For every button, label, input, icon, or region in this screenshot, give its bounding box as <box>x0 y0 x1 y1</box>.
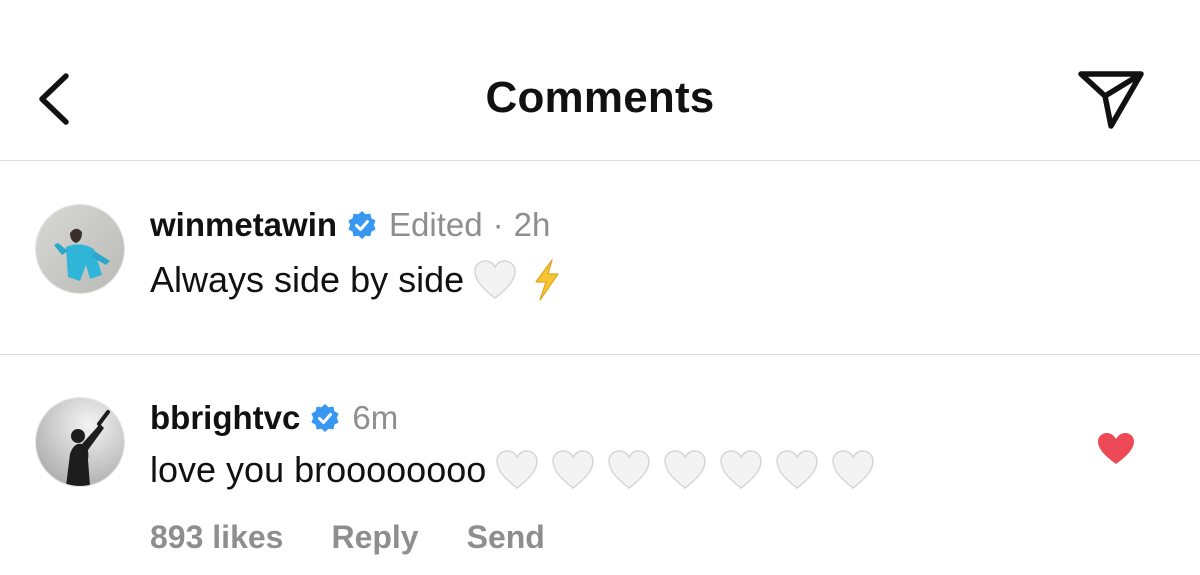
comment-meta: winmetawin Edited · 2h <box>150 205 550 245</box>
comment-time: 6m <box>352 399 399 436</box>
white-heart-icon <box>608 450 651 489</box>
avatar-photo <box>36 205 124 293</box>
comment-text: love you broooooooo <box>150 449 487 490</box>
username[interactable]: winmetawin <box>150 206 337 244</box>
comment-meta: bbrightvc 6m <box>150 398 398 438</box>
white-heart-icon <box>720 450 763 489</box>
white-heart-icon <box>832 450 875 489</box>
reply-button[interactable]: Reply <box>331 519 418 556</box>
comment-text-row: love you broooooooo <box>150 447 876 493</box>
page-title: Comments <box>485 73 715 122</box>
comment-time: 2h <box>513 206 551 243</box>
emoji-row <box>486 448 876 492</box>
verified-badge-icon <box>348 211 376 239</box>
comment-text: Always side by side <box>150 259 465 300</box>
separator: · <box>492 206 504 243</box>
paper-plane-icon[interactable] <box>1075 66 1147 132</box>
comment-item: bbrightvc 6m love you broooooooo 893 lik… <box>0 354 1200 575</box>
comment-text-row: Always side by side <box>150 257 564 303</box>
header-bar: Comments <box>0 0 1200 160</box>
white-heart-icon <box>474 260 516 299</box>
likes-count[interactable]: 893 likes <box>150 519 283 556</box>
white-heart-icon <box>776 450 819 489</box>
edited-label: Edited <box>389 206 483 243</box>
comment-item: winmetawin Edited · 2h Always side by si… <box>0 160 1200 354</box>
white-heart-icon <box>496 450 539 489</box>
white-heart-icon <box>664 450 707 489</box>
lightning-icon <box>535 259 559 301</box>
avatar[interactable] <box>35 397 125 487</box>
white-heart-icon <box>552 450 595 489</box>
verified-badge-icon <box>311 404 339 432</box>
comment-actions: 893 likes Reply Send <box>150 517 593 557</box>
avatar-photo <box>36 398 124 486</box>
heart-filled-icon[interactable] <box>1097 432 1135 466</box>
send-button[interactable]: Send <box>467 519 545 556</box>
username[interactable]: bbrightvc <box>150 399 300 437</box>
avatar[interactable] <box>35 204 125 294</box>
